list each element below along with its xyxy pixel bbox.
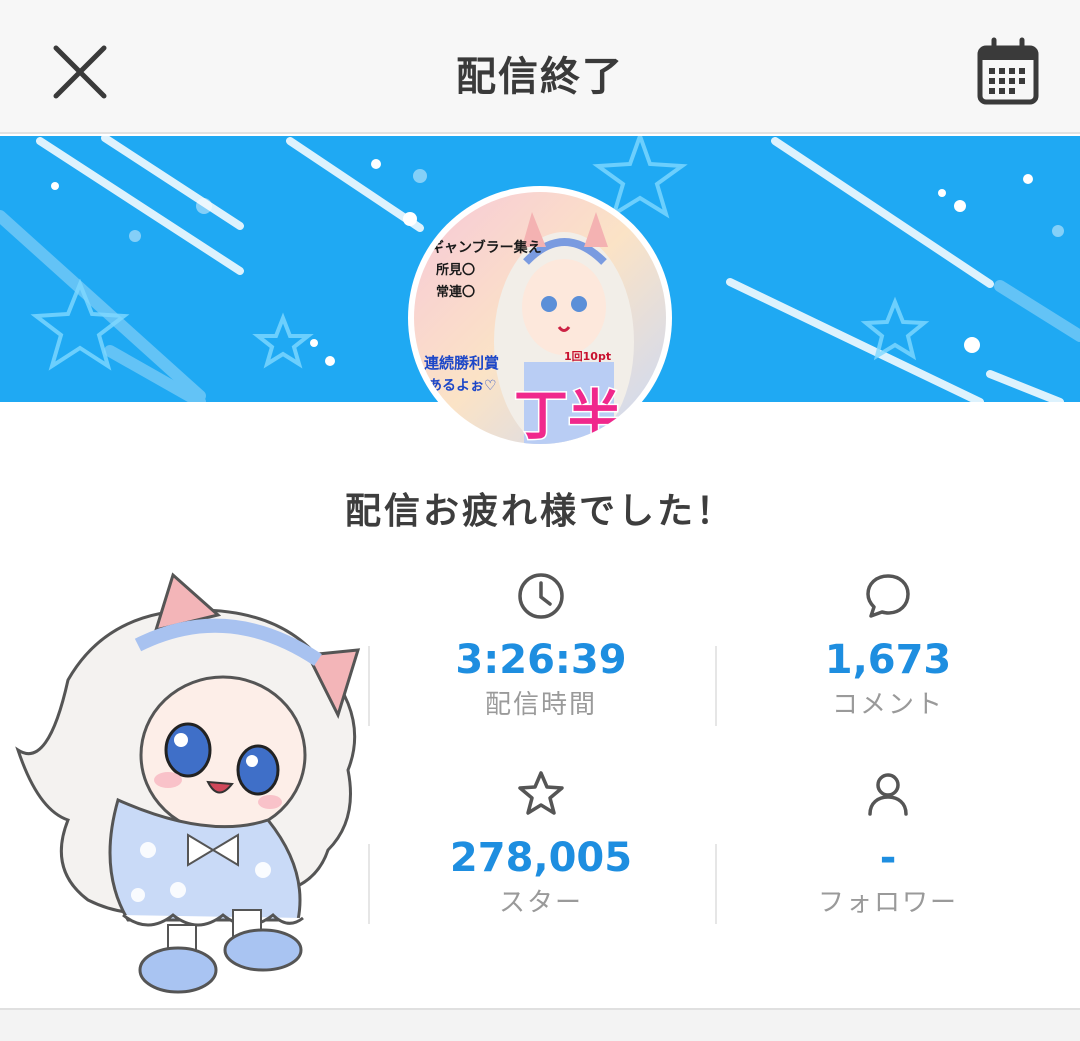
clock-icon xyxy=(518,573,564,619)
avatar-image: ギャンブラー集え 所見〇 常連〇 連続勝利賞 あるよぉ♡ 1回10pt 丁半 xyxy=(414,192,666,444)
avatar-text-2: 所見〇 xyxy=(436,262,475,278)
header-bar: 配信終了 xyxy=(0,0,1080,134)
bottom-strip xyxy=(0,1008,1080,1041)
comment-icon xyxy=(866,574,910,618)
avatar-text-1: ギャンブラー集え xyxy=(430,239,542,256)
stream-time-value: 3:26:39 xyxy=(455,637,627,683)
avatar-text-4: 連続勝利賞 xyxy=(424,354,499,372)
page-title: 配信終了 xyxy=(456,54,624,100)
divider-left-top xyxy=(368,646,370,726)
followers-value: - xyxy=(879,835,897,881)
stars-value: 278,005 xyxy=(449,835,633,881)
divider-mid-bottom xyxy=(715,844,717,924)
followers-label: フォロワー xyxy=(817,888,958,918)
calendar-icon xyxy=(977,37,1039,105)
stat-stars: 278,005 スター xyxy=(371,766,711,920)
avatar-text-3: 常連〇 xyxy=(436,284,475,300)
stream-time-label: 配信時間 xyxy=(484,690,597,720)
stars-label: スター xyxy=(498,888,583,918)
stat-stream-time: 3:26:39 配信時間 xyxy=(371,568,711,722)
divider-mid-top xyxy=(715,646,717,726)
calendar-button[interactable] xyxy=(972,36,1044,108)
star-icon xyxy=(518,771,564,815)
divider-left-bottom xyxy=(368,844,370,924)
thanks-message: 配信お疲れ様でした！ xyxy=(344,491,735,532)
avatar-text-5: あるよぉ♡ xyxy=(428,378,497,394)
avatar-text-6: 1回10pt xyxy=(564,349,611,363)
stat-followers: - フォロワー xyxy=(718,766,1058,920)
mascot-illustration xyxy=(15,572,361,994)
streamer-avatar[interactable]: ギャンブラー集え 所見〇 常連〇 連続勝利賞 あるよぉ♡ 1回10pt 丁半 xyxy=(408,186,672,450)
avatar-text-7: 丁半 xyxy=(514,384,622,444)
person-icon xyxy=(868,773,908,816)
comments-value: 1,673 xyxy=(824,637,952,683)
stat-comments: 1,673 コメント xyxy=(718,568,1058,722)
comments-label: コメント xyxy=(831,690,944,720)
